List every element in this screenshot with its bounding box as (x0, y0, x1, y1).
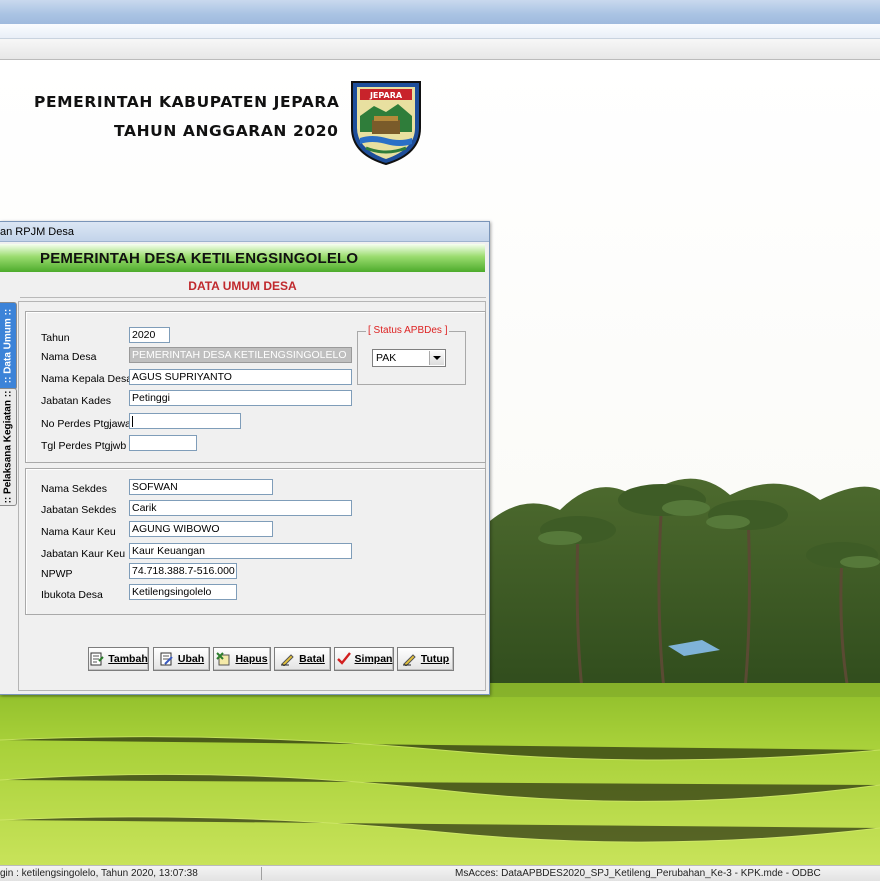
edit-document-icon (160, 652, 173, 666)
hapus-button[interactable]: Hapus (213, 647, 271, 671)
jepara-logo-icon: JEPARA (351, 81, 421, 166)
status-database-info: MsAcces: DataAPBDES2020_SPJ_Ketileng_Per… (455, 868, 821, 879)
village-banner-title: PEMERINTAH DESA KETILENGSINGOLELO (40, 250, 359, 267)
simpan-button-label: Simpan (354, 653, 393, 665)
status-bar: gin : ketilengsingolelo, Tahun 2020, 13:… (0, 865, 880, 881)
vertical-tab-strip: :: Data Umum :: :: Pelaksana Kegiatan :: (0, 302, 17, 506)
batal-button[interactable]: Batal (274, 647, 331, 671)
label-jabatan-kades: Jabatan Kades (41, 395, 112, 407)
batal-button-label: Batal (299, 653, 325, 665)
input-tgl-perdes[interactable] (129, 435, 197, 451)
status-login-info: gin : ketilengsingolelo, Tahun 2020, 13:… (0, 868, 198, 879)
status-apbdes-legend: [ Status APBDes ] (366, 325, 450, 336)
ubah-button-label: Ubah (177, 653, 205, 665)
label-ibukota-desa: Ibukota Desa (41, 589, 103, 601)
label-tahun: Tahun (41, 332, 70, 344)
hapus-button-label: Hapus (235, 653, 268, 665)
input-nama-kaur-keu[interactable]: AGUNG WIBOWO (129, 521, 273, 537)
label-no-perdes: No Perdes Ptgjawab (41, 418, 137, 430)
subtitle-divider (20, 297, 486, 298)
tab-pelaksana-kegiatan[interactable]: :: Pelaksana Kegiatan :: (0, 388, 17, 506)
input-nama-kepala-desa[interactable]: AGUS SUPRIYANTO (129, 369, 352, 385)
input-nama-sekdes[interactable]: SOFWAN (129, 479, 273, 495)
header-line-1: PEMERINTAH KABUPATEN JEPARA (34, 93, 340, 111)
simpan-button[interactable]: Simpan (334, 647, 394, 671)
toolbar (0, 39, 880, 60)
close-pen-icon (402, 654, 416, 666)
ubah-button[interactable]: Ubah (153, 647, 210, 671)
form-subtitle: DATA UMUM DESA (188, 279, 297, 293)
status-apbdes-select[interactable]: PAK (372, 349, 446, 367)
label-nama-kepala-desa: Nama Kepala Desa (41, 373, 133, 385)
label-npwp: NPWP (41, 568, 73, 580)
title-bar (0, 0, 880, 25)
label-tgl-perdes: Tgl Perdes Ptgjwb (41, 440, 127, 452)
label-nama-desa: Nama Desa (41, 351, 97, 363)
status-apbdes-value: PAK (376, 352, 397, 364)
input-no-perdes[interactable] (129, 413, 241, 429)
tambah-button[interactable]: Tambah (88, 647, 149, 671)
tab-pelaksana-kegiatan-label: :: Pelaksana Kegiatan :: (2, 390, 14, 504)
checkmark-icon (336, 652, 351, 665)
menu-bar (0, 24, 880, 39)
tutup-button-label: Tutup (420, 653, 450, 665)
tab-data-umum-label: :: Data Umum :: (2, 308, 14, 384)
add-document-icon (90, 652, 104, 666)
svg-text:JEPARA: JEPARA (369, 91, 403, 100)
window-caption-text: an RPJM Desa (0, 226, 74, 238)
input-ibukota-desa[interactable]: Ketilengsingolelo (129, 584, 237, 600)
input-jabatan-kades[interactable]: Petinggi (129, 390, 352, 406)
input-jabatan-sekdes[interactable]: Carik (129, 500, 352, 516)
village-banner: PEMERINTAH DESA KETILENGSINGOLELO (0, 244, 485, 272)
label-nama-kaur-keu: Nama Kaur Keu (41, 526, 116, 538)
tab-data-umum[interactable]: :: Data Umum :: (0, 302, 17, 390)
window-caption-bar[interactable]: an RPJM Desa (0, 222, 489, 242)
input-jabatan-kaur-keu[interactable]: Kaur Keuangan (129, 543, 352, 559)
input-tahun[interactable]: 2020 (129, 327, 170, 343)
delete-icon (216, 652, 230, 666)
cancel-pen-icon (281, 654, 294, 666)
label-nama-sekdes: Nama Sekdes (41, 483, 107, 495)
tutup-button[interactable]: Tutup (397, 647, 454, 671)
tambah-button-label: Tambah (108, 653, 148, 665)
status-divider (261, 867, 262, 880)
label-jabatan-sekdes: Jabatan Sekdes (41, 504, 117, 516)
header-line-2: TAHUN ANGGARAN 2020 (114, 122, 339, 140)
input-npwp[interactable]: 74.718.388.7-516.000 (129, 563, 237, 579)
label-jabatan-kaur-keu: Jabatan Kaur Keu (41, 548, 126, 560)
chevron-down-icon[interactable] (429, 351, 444, 365)
input-nama-desa[interactable]: PEMERINTAH DESA KETILENGSINGOLELO (129, 347, 352, 363)
